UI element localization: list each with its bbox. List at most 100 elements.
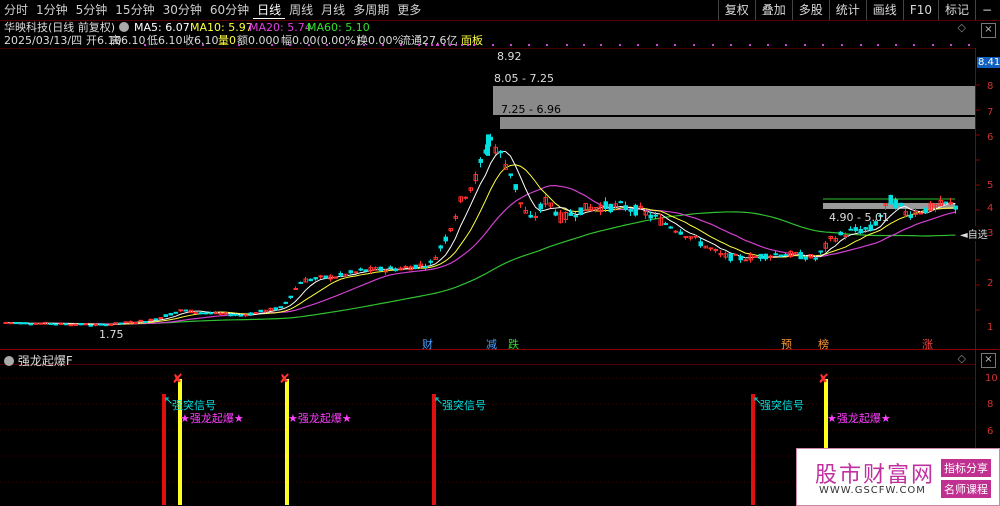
signal-dot xyxy=(656,44,658,46)
candle-up xyxy=(733,253,738,256)
candle-down xyxy=(763,253,768,260)
candle-down xyxy=(428,260,433,263)
candle-up xyxy=(33,322,38,325)
candle-up xyxy=(218,312,223,315)
signal-dot xyxy=(308,44,310,46)
signal-label-3: ★强龙起爆★ xyxy=(288,412,352,425)
peak-candle xyxy=(486,134,490,156)
zone1-label: 8.05 - 7.25 xyxy=(494,72,554,85)
candle-up xyxy=(38,322,43,325)
signal-dot xyxy=(418,44,420,46)
indicator-close-icon[interactable]: × xyxy=(981,353,996,368)
candle-up xyxy=(673,230,678,233)
candle-down xyxy=(348,270,353,274)
ma10-line xyxy=(5,164,956,326)
candle-down xyxy=(413,264,418,269)
signal-dot xyxy=(382,44,384,46)
indicator-name: 强龙起爆F xyxy=(17,354,73,368)
signal-label-5: 强突信号 xyxy=(760,399,804,412)
price-tick-8: 8 xyxy=(987,81,994,92)
candle-down xyxy=(898,202,903,206)
candle-down xyxy=(738,255,743,261)
signal-label-6: ★强龙起爆★ xyxy=(827,412,891,425)
candle-down xyxy=(863,227,868,230)
candle-up xyxy=(333,276,338,279)
indicator-expand-icon[interactable] xyxy=(4,356,14,366)
last-price-tag: 8.41 xyxy=(977,57,1000,68)
candle-down xyxy=(623,205,628,211)
candle-down xyxy=(278,306,283,309)
candle-up xyxy=(403,266,408,269)
event-tag-yu[interactable]: 预 xyxy=(781,336,792,352)
signal-dot xyxy=(400,44,402,46)
event-tag-jian[interactable]: 减 xyxy=(486,336,497,352)
candle-up xyxy=(8,322,13,325)
candle-down xyxy=(388,266,393,269)
candle-down xyxy=(168,313,173,316)
candle-down xyxy=(618,201,623,204)
signal-dot xyxy=(674,44,676,46)
indicator-title[interactable]: 强龙起爆F xyxy=(4,352,73,369)
autoscroll-button[interactable]: ◄自选 xyxy=(960,226,988,241)
candle-down xyxy=(393,268,398,272)
indicator-bar-1 xyxy=(162,394,166,505)
candle-down xyxy=(853,227,858,232)
price-tick-7: 7 xyxy=(987,107,994,118)
signal-dot xyxy=(431,44,433,46)
watermark-url: WWW.GSCFW.COM xyxy=(819,485,926,496)
signal-dot xyxy=(443,44,445,46)
candle-down xyxy=(528,214,533,218)
candle-up xyxy=(463,196,468,199)
candle-down xyxy=(338,272,343,276)
event-tag-die[interactable]: 跌 xyxy=(508,336,519,352)
candle-up xyxy=(83,323,88,326)
candle-down xyxy=(573,215,578,218)
candle-down xyxy=(858,229,863,234)
price-tick-2: 2 xyxy=(987,278,994,289)
candle-down xyxy=(888,194,893,205)
candle-down xyxy=(78,322,83,326)
signal-dot xyxy=(461,44,463,46)
signal-dot xyxy=(528,44,530,46)
signal-dot xyxy=(619,44,621,46)
event-tag-bang[interactable]: 榜 xyxy=(818,336,829,352)
candle-down xyxy=(323,275,328,279)
zone-8.05-7.25 xyxy=(493,86,975,115)
candle-down xyxy=(203,312,208,315)
price-tick-4: 4 xyxy=(987,203,994,214)
candle-down xyxy=(308,278,313,282)
signal-dot xyxy=(437,44,439,46)
candle-down xyxy=(633,204,638,216)
ind-tick-6: 6 xyxy=(987,426,994,437)
candle-down xyxy=(18,322,23,325)
candle-down xyxy=(378,266,383,271)
signal-dot xyxy=(950,44,952,46)
event-tag-zhang[interactable]: 涨 xyxy=(922,336,933,352)
candle-down xyxy=(363,269,368,272)
candle-up xyxy=(108,323,113,326)
indicator-diamond-icon[interactable]: ◇ xyxy=(958,352,966,365)
candle-up xyxy=(918,212,923,215)
candle-down xyxy=(28,323,33,326)
zone-7.25-6.96 xyxy=(500,117,975,129)
indicator-bar-4 xyxy=(432,394,436,505)
burst-marker-icon: ✘ xyxy=(818,372,829,387)
candle-down xyxy=(798,252,803,260)
candle-down xyxy=(443,236,448,242)
indicator-bar-3 xyxy=(285,379,289,505)
signal-dot xyxy=(455,44,457,46)
event-tag-cai[interactable]: 财 xyxy=(422,336,433,352)
candle-down xyxy=(498,151,503,154)
candle-down xyxy=(953,205,958,210)
candle-down xyxy=(358,268,363,271)
signal-dot xyxy=(546,44,548,46)
candle-down xyxy=(803,256,808,260)
candle-up xyxy=(743,259,748,262)
signal-dot xyxy=(767,44,769,46)
candle-down xyxy=(48,322,53,325)
signal-dot xyxy=(144,44,146,46)
signal-dot xyxy=(968,44,970,46)
candle-down xyxy=(198,312,203,315)
candle-up xyxy=(693,235,698,238)
candle-down xyxy=(943,201,948,204)
